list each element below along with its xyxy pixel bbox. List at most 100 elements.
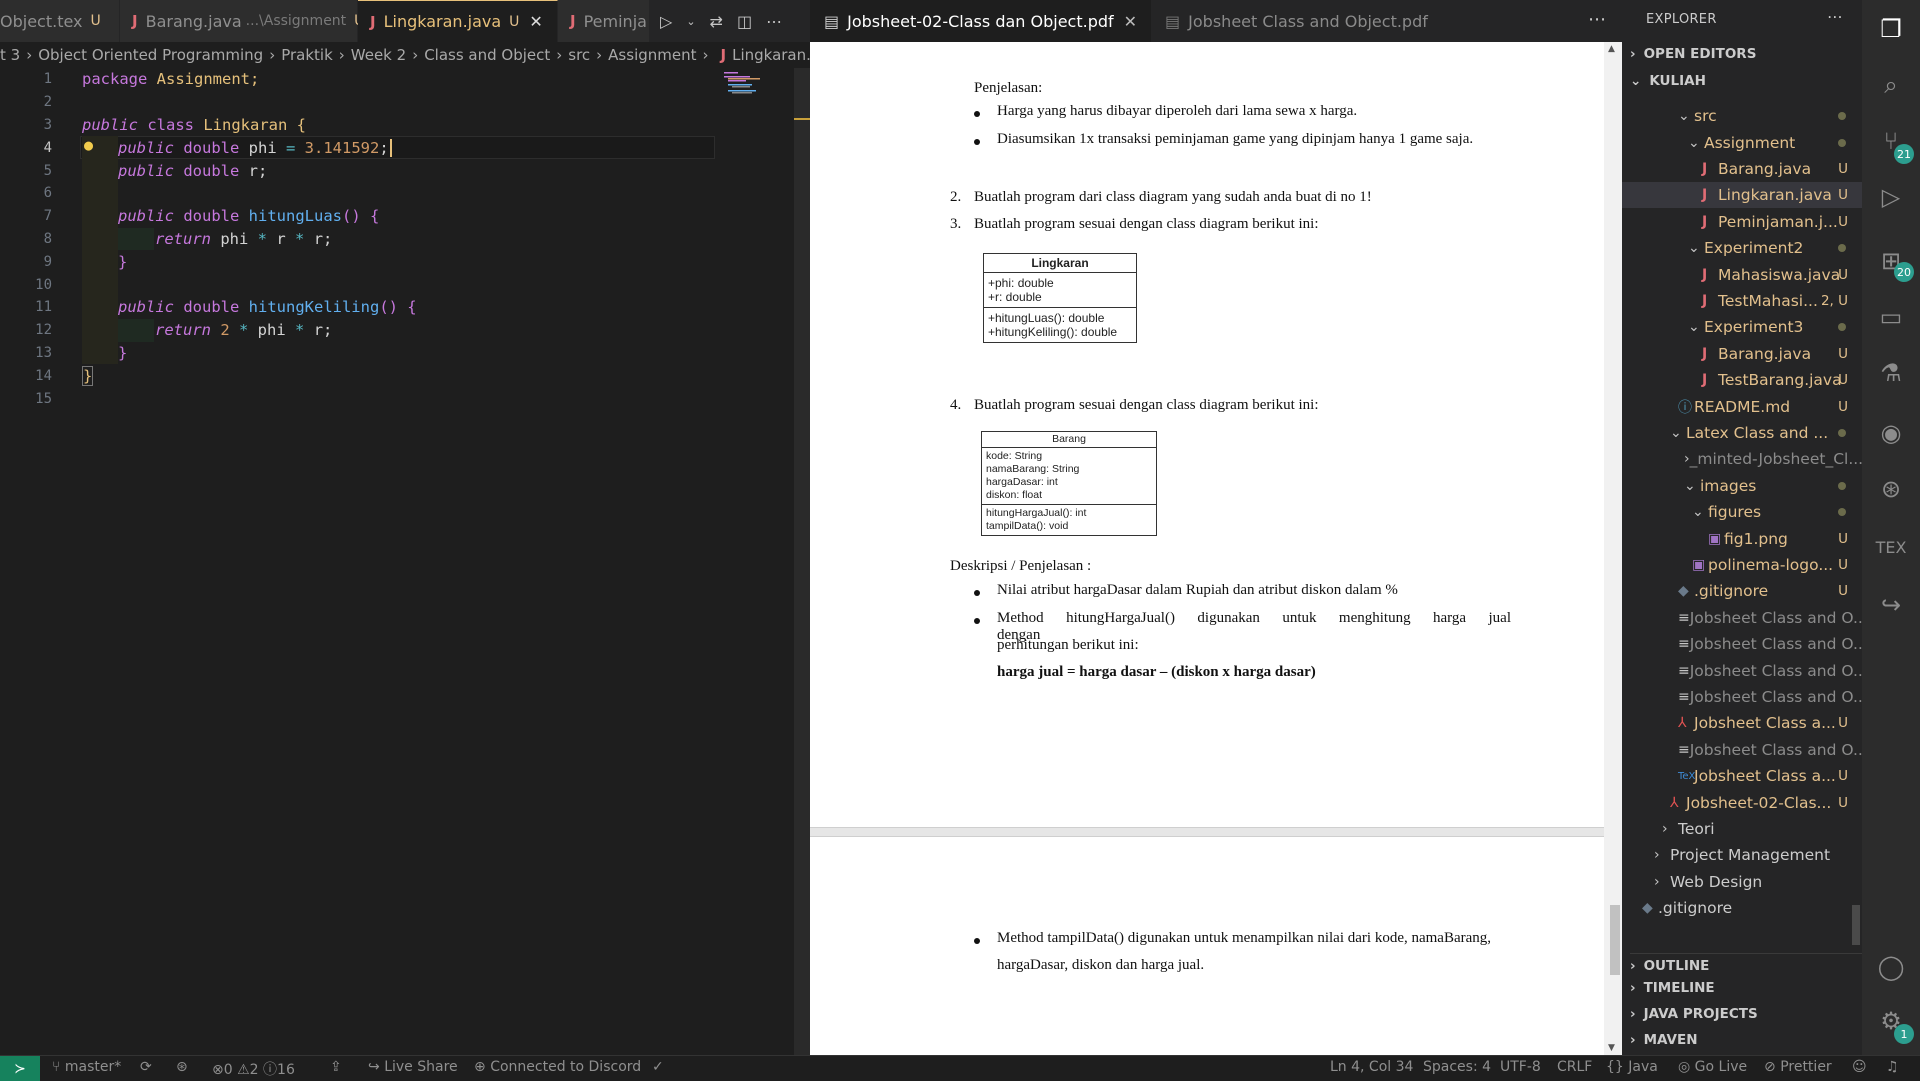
- tree-folder-figures[interactable]: ⌄ figures: [1692, 499, 1862, 525]
- editor-scrollbar[interactable]: [794, 68, 810, 1055]
- go-live-button[interactable]: ◎ Go Live: [1678, 1059, 1747, 1075]
- git-graph-icon[interactable]: ⊛: [1862, 464, 1920, 514]
- tree-folder-experiment2[interactable]: ⌄ Experiment2: [1688, 235, 1862, 261]
- close-icon[interactable]: ✕: [529, 12, 542, 31]
- git-graph-status-icon[interactable]: ⊛: [176, 1059, 188, 1075]
- cursor-position[interactable]: Ln 4, Col 34: [1330, 1059, 1413, 1075]
- tree-file-gitignore[interactable]: ◆ .gitignore: [1642, 895, 1862, 921]
- tree-folder-project-management[interactable]: › Project Management: [1654, 842, 1862, 868]
- breadcrumb-item[interactable]: Week 2: [351, 46, 406, 64]
- scroll-up-icon[interactable]: ▲: [1608, 44, 1615, 54]
- breadcrumb-item[interactable]: Assignment: [608, 46, 696, 64]
- tab-lingkaran-java[interactable]: J Lingkaran.java U ✕: [358, 0, 558, 42]
- tree-folder-images[interactable]: ⌄ images: [1684, 473, 1862, 499]
- tree-folder-src[interactable]: ⌄ src: [1678, 103, 1862, 129]
- section-outline[interactable]: › OUTLINE: [1630, 953, 1862, 974]
- tab-peminjaman-java[interactable]: J Peminja: [558, 0, 650, 42]
- search-icon[interactable]: ⌕: [1862, 60, 1920, 110]
- remote-explorer-icon[interactable]: ▭: [1862, 292, 1920, 342]
- sync-icon[interactable]: ⟳: [140, 1059, 152, 1075]
- code-area[interactable]: 1 package Assignment; 2 3 public class L…: [0, 68, 800, 410]
- tree-file-barang-java[interactable]: J Barang.java U: [1702, 156, 1862, 182]
- close-icon[interactable]: ✕: [1124, 12, 1137, 31]
- tree-file-lingkaran-java[interactable]: J Lingkaran.java U: [1622, 182, 1862, 208]
- tree-file-peminjaman-java[interactable]: J Peminjaman.j... U: [1702, 209, 1862, 235]
- pdf-scrollbar[interactable]: ▲ ▼: [1604, 42, 1622, 1055]
- notifications-icon[interactable]: ♫: [1886, 1059, 1899, 1075]
- run-debug-icon[interactable]: ▷: [1862, 172, 1920, 222]
- chevron-down-icon[interactable]: ⌄: [686, 15, 695, 28]
- prettier-button[interactable]: ⊘ Prettier: [1764, 1059, 1832, 1075]
- tree-file-jobsheet[interactable]: ≡ Jobsheet Class and O...: [1678, 631, 1868, 657]
- feedback-icon[interactable]: ☺: [1852, 1059, 1867, 1075]
- tree-folder-assignment[interactable]: ⌄ Assignment: [1688, 130, 1862, 156]
- github-icon[interactable]: ◉: [1862, 408, 1920, 458]
- tree-file-fig1[interactable]: ▣ fig1.png U: [1708, 526, 1862, 552]
- source-control-icon[interactable]: ⑂ 21: [1862, 116, 1920, 166]
- tree-folder-web-design[interactable]: › Web Design: [1654, 869, 1862, 895]
- remote-icon[interactable]: ≻: [0, 1056, 40, 1081]
- section-timeline[interactable]: › TIMELINE: [1630, 980, 1715, 996]
- tree-file-jobsheet-pdf[interactable]: ⅄ Jobsheet Class a... U: [1678, 710, 1862, 736]
- sidebar-scrollbar[interactable]: [1852, 905, 1860, 945]
- testing-icon[interactable]: ⚗: [1862, 348, 1920, 398]
- compare-changes-icon[interactable]: ⇄: [710, 12, 723, 31]
- lightbulb-icon[interactable]: ●: [84, 136, 93, 154]
- tree-file-jobsheet[interactable]: ≡ Jobsheet Class and O...: [1678, 684, 1868, 710]
- tree-file-jobsheet-02-pdf[interactable]: ⅄ Jobsheet-02-Clas... U: [1670, 790, 1862, 816]
- tree-file-barang-java[interactable]: J Barang.java U: [1702, 341, 1862, 367]
- tree-file-gitignore[interactable]: ◆ .gitignore U: [1678, 578, 1862, 604]
- minimap[interactable]: [722, 70, 762, 100]
- more-actions-icon[interactable]: ⋯: [1827, 8, 1843, 26]
- deploy-icon[interactable]: ⇪: [330, 1059, 342, 1075]
- tree-folder-minted[interactable]: › _minted-Jobsheet_Cl...: [1684, 446, 1863, 472]
- discord-status[interactable]: ⊕ Connected to Discord: [474, 1059, 641, 1075]
- more-actions-icon[interactable]: ⋯: [766, 12, 782, 31]
- run-icon[interactable]: ▷: [660, 12, 672, 31]
- tree-file-testmahasiswa-java[interactable]: J TestMahasi... 2, U: [1702, 288, 1862, 314]
- tree-file-jobsheet[interactable]: ≡ Jobsheet Class and O...: [1678, 658, 1868, 684]
- tab-object-tex[interactable]: Object.tex U: [0, 0, 120, 42]
- tree-file-polinema-logo[interactable]: ▣ polinema-logo... U: [1692, 552, 1862, 578]
- problems-indicator[interactable]: ⊗0 ⚠2 ⓘ16: [212, 1059, 295, 1079]
- breadcrumb-item[interactable]: Class and Object: [424, 46, 550, 64]
- breadcrumb-item[interactable]: Lingkaran.java: [732, 46, 810, 64]
- line-ending[interactable]: CRLF: [1557, 1059, 1592, 1075]
- pdf-scrollbar-thumb[interactable]: [1610, 905, 1620, 975]
- more-actions-icon[interactable]: ⋯: [1588, 9, 1606, 30]
- files-icon[interactable]: ❐: [1862, 4, 1920, 54]
- breadcrumb-item[interactable]: Praktik: [281, 46, 333, 64]
- tex-icon[interactable]: TEX: [1862, 522, 1920, 572]
- live-share-button[interactable]: ↪ Live Share: [368, 1059, 458, 1075]
- language-mode[interactable]: {} Java: [1606, 1059, 1658, 1075]
- tree-file-jobsheet-tex[interactable]: TeX Jobsheet Class a... U: [1678, 763, 1862, 789]
- live-share-icon[interactable]: ↪: [1862, 580, 1920, 630]
- tree-folder-teori[interactable]: › Teori: [1662, 816, 1862, 842]
- indentation[interactable]: Spaces: 4: [1423, 1059, 1491, 1075]
- check-icon[interactable]: ✓: [652, 1059, 664, 1075]
- tree-file-jobsheet[interactable]: ≡ Jobsheet Class and O...: [1678, 737, 1868, 763]
- scroll-down-icon[interactable]: ▼: [1608, 1043, 1615, 1053]
- split-editor-icon[interactable]: ◫: [737, 12, 752, 31]
- tree-file-jobsheet[interactable]: ≡ Jobsheet Class and O...: [1678, 605, 1868, 631]
- tab-barang-java[interactable]: J Barang.java ...\Assignment U: [120, 0, 364, 42]
- tree-folder-latex[interactable]: ⌄ Latex Class and ...: [1670, 420, 1862, 446]
- tree-file-readme[interactable]: ⓘ README.md U: [1678, 394, 1862, 420]
- tree-file-testbarang-java[interactable]: J TestBarang.java U: [1702, 367, 1862, 393]
- tab-jobsheet-02-pdf[interactable]: ▤ Jobsheet-02-Class dan Object.pdf ✕: [810, 0, 1152, 42]
- encoding[interactable]: UTF-8: [1500, 1059, 1541, 1075]
- gear-icon[interactable]: ⚙ 1: [1862, 996, 1920, 1046]
- breadcrumb-item[interactable]: src: [568, 46, 590, 64]
- tab-jobsheet-class-pdf[interactable]: ▤ Jobsheet Class and Object.pdf: [1151, 0, 1442, 42]
- section-kuliah[interactable]: ⌄ KULIAH: [1630, 73, 1706, 89]
- section-java-projects[interactable]: › JAVA PROJECTS: [1630, 1006, 1758, 1022]
- account-icon[interactable]: ◯: [1862, 942, 1920, 992]
- tree-file-mahasiswa-java[interactable]: J Mahasiswa.java U: [1702, 262, 1862, 288]
- branch-indicator[interactable]: ⑂ master*: [52, 1059, 121, 1075]
- breadcrumb-item[interactable]: Object Oriented Programming: [38, 46, 263, 64]
- tree-folder-experiment3[interactable]: ⌄ Experiment3: [1688, 314, 1862, 340]
- section-open-editors[interactable]: › OPEN EDITORS: [1630, 46, 1756, 62]
- extensions-icon[interactable]: ⊞ 20: [1862, 236, 1920, 286]
- section-maven[interactable]: › MAVEN: [1630, 1032, 1698, 1048]
- breadcrumb-item[interactable]: t 3: [0, 46, 20, 64]
